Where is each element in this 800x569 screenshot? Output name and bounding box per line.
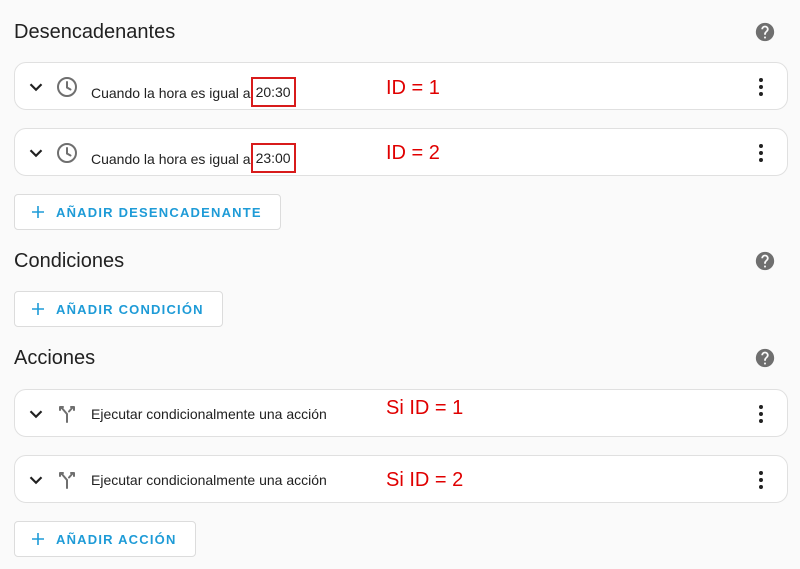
help-icon[interactable] <box>754 21 776 43</box>
plus-icon <box>32 303 44 315</box>
annotation-id-2: ID = 2 <box>386 142 440 164</box>
add-action-label: AÑADIR ACCIÓN <box>56 531 177 547</box>
annotation-si-id-2: Si ID = 2 <box>386 469 464 491</box>
clock-icon <box>57 143 77 163</box>
help-icon[interactable] <box>754 347 776 369</box>
trigger-description: Cuando la hora es igual a 23:00 <box>91 143 296 174</box>
trigger-time: 20:30 <box>250 77 296 107</box>
call-split-icon <box>59 406 75 423</box>
conditions-title: Condiciones <box>14 250 125 272</box>
more-vert-icon[interactable] <box>749 402 773 426</box>
chevron-down-icon[interactable] <box>25 469 47 491</box>
plus-icon <box>32 533 44 545</box>
add-action-button[interactable]: AÑADIR ACCIÓN <box>14 521 196 557</box>
add-trigger-label: AÑADIR DESENCADENANTE <box>56 204 262 220</box>
add-condition-button[interactable]: AÑADIR CONDICIÓN <box>14 291 223 327</box>
chevron-down-icon[interactable] <box>25 403 47 425</box>
action-description: Ejecutar condicionalmente una acción <box>91 406 327 422</box>
add-trigger-button[interactable]: AÑADIR DESENCADENANTE <box>14 194 281 230</box>
call-split-icon <box>59 472 75 489</box>
triggers-title: Desencadenantes <box>14 21 176 43</box>
actions-title: Acciones <box>14 347 96 369</box>
more-vert-icon[interactable] <box>749 141 773 165</box>
action-description: Ejecutar condicionalmente una acción <box>91 472 327 488</box>
annotation-id-1: ID = 1 <box>386 77 440 99</box>
more-vert-icon[interactable] <box>749 468 773 492</box>
chevron-down-icon[interactable] <box>25 76 47 98</box>
clock-icon <box>57 77 77 97</box>
plus-icon <box>32 206 44 218</box>
trigger-description: Cuando la hora es igual a 20:30 <box>91 77 296 108</box>
trigger-time: 23:00 <box>250 143 296 173</box>
more-vert-icon[interactable] <box>749 75 773 99</box>
annotation-si-id-1: Si ID = 1 <box>386 397 464 419</box>
add-condition-label: AÑADIR CONDICIÓN <box>56 301 204 317</box>
help-icon[interactable] <box>754 250 776 272</box>
trigger-text: Cuando la hora es igual a <box>91 85 251 101</box>
trigger-text: Cuando la hora es igual a <box>91 151 251 167</box>
chevron-down-icon[interactable] <box>25 142 47 164</box>
